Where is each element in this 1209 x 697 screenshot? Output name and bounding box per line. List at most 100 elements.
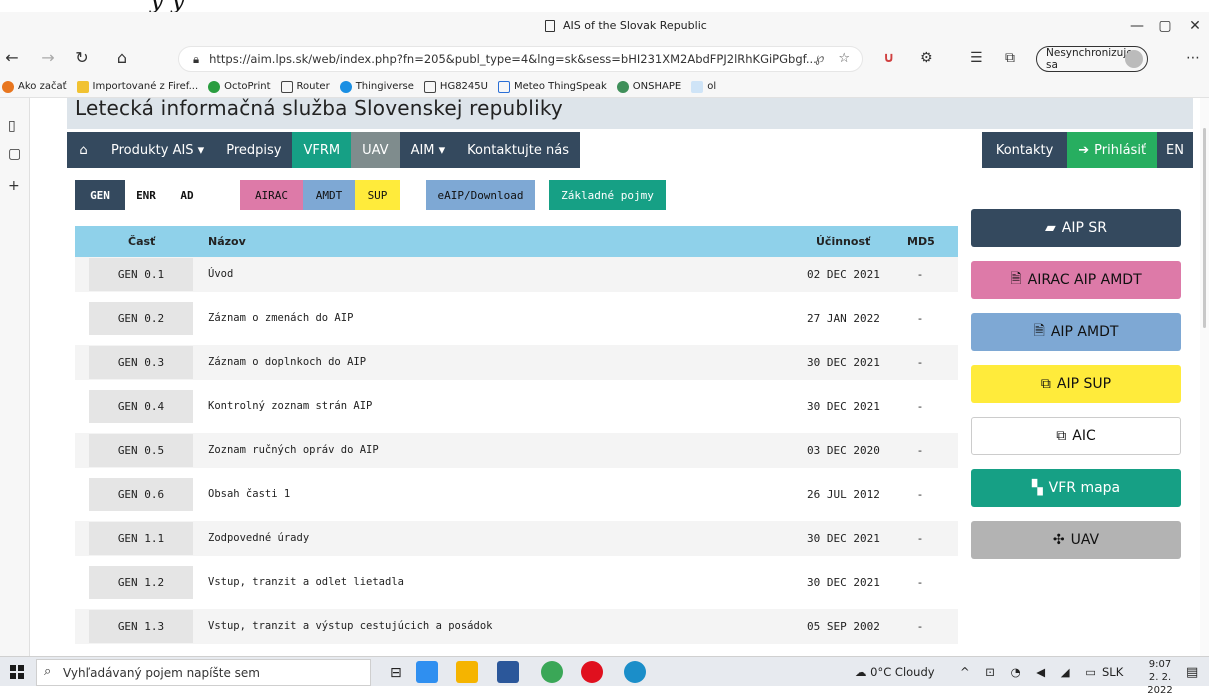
bookmark-item[interactable]: ol: [691, 80, 716, 93]
eaip-download-button[interactable]: eAIP/Download: [426, 180, 535, 210]
clock[interactable]: 9:07 2. 2. 2022: [1141, 658, 1179, 697]
bookmark-item[interactable]: Router: [280, 80, 330, 93]
nav-kontaktujte[interactable]: Kontaktujte nás: [456, 132, 580, 168]
bookmark-item[interactable]: OctoPrint: [208, 80, 271, 93]
row-name[interactable]: Úvod: [208, 268, 233, 280]
address-bar[interactable]: 🔒︎ https://aim.lps.sk/web/index.php?fn=2…: [178, 46, 863, 72]
chrome-icon[interactable]: [541, 661, 563, 683]
bookmark-item[interactable]: Thingiverse: [339, 80, 414, 93]
row-name[interactable]: Vstup, tranzit a výstup cestujúcich a po…: [208, 620, 492, 632]
word-icon[interactable]: [497, 661, 519, 683]
table-row[interactable]: GEN 1.2 Vstup, tranzit a odlet lietadla 30…: [75, 565, 958, 600]
weather-widget[interactable]: ☁ 0°C Cloudy: [855, 665, 935, 679]
restore-icon[interactable]: ▢: [1150, 18, 1180, 34]
row-code[interactable]: GEN 1.2: [89, 566, 193, 599]
row-code[interactable]: GEN 0.6: [89, 478, 193, 511]
app-icon[interactable]: [416, 661, 438, 683]
row-code[interactable]: GEN 0.3: [89, 346, 193, 379]
table-row[interactable]: GEN 1.3 Vstup, tranzit a výstup cestujúci…: [75, 609, 958, 644]
taskbar: ⌕ Vyhľadávaný pojem napíšte sem ⊟ ☁ 0°C …: [0, 656, 1209, 696]
sync-button[interactable]: Nesynchronizuje sa: [1036, 46, 1148, 72]
filter-amdt[interactable]: AMDT: [303, 180, 355, 210]
more-icon[interactable]: ⋯: [1186, 50, 1200, 66]
page-scrollbar[interactable]: [1200, 98, 1209, 656]
collections-icon[interactable]: ⧉: [1005, 50, 1015, 66]
back-icon[interactable]: ←: [1, 48, 23, 67]
tray-icons[interactable]: ^ ⊡ ◔ ◀ ◢ ▭: [960, 665, 1102, 679]
row-date: 26 JUL 2012: [807, 488, 880, 501]
bookmark-item[interactable]: Meteo ThingSpeak: [497, 80, 607, 93]
login-button[interactable]: ➔ Prihlásiť: [1067, 132, 1158, 168]
row-code[interactable]: GEN 0.2: [89, 302, 193, 335]
task-view-icon[interactable]: ⊟: [390, 665, 402, 681]
new-tab-icon[interactable]: +: [8, 178, 20, 194]
reload-icon[interactable]: ↻: [71, 48, 93, 67]
row-name[interactable]: Zoznam ručných opráv do AIP: [208, 444, 379, 456]
minimize-icon[interactable]: —: [1122, 18, 1152, 34]
row-name[interactable]: Záznam o doplnkoch do AIP: [208, 356, 366, 368]
nav-produkty[interactable]: Produkty AIS ▾: [100, 132, 215, 168]
table-row[interactable]: GEN 0.5 Zoznam ručných opráv do AIP 03 DEC…: [75, 433, 958, 468]
lang-switch[interactable]: EN: [1157, 132, 1193, 168]
favorites-list-icon[interactable]: ☰: [970, 50, 983, 66]
aip-amdt-button[interactable]: 🗎︎ AIP AMDT: [971, 313, 1181, 351]
table-row[interactable]: GEN 0.1 Úvod 02 DEC 2021 -: [75, 257, 958, 292]
nav-vfrm[interactable]: VFRM: [292, 132, 352, 168]
zakladne-pojmy-button[interactable]: Základné pojmy: [549, 180, 666, 210]
nav-kontakty[interactable]: Kontakty: [982, 132, 1067, 168]
bookmark-item[interactable]: Ako začať: [2, 80, 67, 93]
read-aloud-icon[interactable]: ℘: [815, 51, 824, 66]
nav-aim[interactable]: AIM ▾: [400, 132, 457, 168]
close-icon[interactable]: ✕: [1180, 18, 1209, 34]
language-indicator[interactable]: SLK: [1102, 665, 1123, 679]
filter-sup[interactable]: SUP: [355, 180, 400, 210]
file-explorer-icon[interactable]: [456, 661, 478, 683]
home-icon[interactable]: ⌂: [111, 48, 133, 67]
tab-ad[interactable]: AD: [167, 180, 207, 210]
row-code[interactable]: GEN 0.5: [89, 434, 193, 467]
notifications-icon[interactable]: ▤: [1186, 665, 1198, 680]
edge-icon[interactable]: [624, 661, 646, 683]
table-row[interactable]: GEN 0.2 Záznam o zmenách do AIP 27 JAN 202…: [75, 301, 958, 336]
aip-sup-button[interactable]: ⧉ AIP SUP: [971, 365, 1181, 403]
vfr-mapa-button[interactable]: ▚ VFR mapa: [971, 469, 1181, 507]
tab-actions-icon[interactable]: ▯: [8, 118, 16, 134]
home-nav-icon[interactable]: ⌂: [67, 132, 100, 168]
row-code[interactable]: GEN 0.1: [89, 258, 193, 291]
row-name[interactable]: Záznam o zmenách do AIP: [208, 312, 353, 324]
bookmark-item[interactable]: Importované z Firef...: [76, 80, 198, 93]
row-code[interactable]: GEN 0.4: [89, 390, 193, 423]
site-title: Letecká informačná služba Slovenskej rep…: [75, 98, 563, 120]
row-code[interactable]: GEN 1.3: [89, 610, 193, 643]
table-row[interactable]: GEN 0.4 Kontrolný zoznam strán AIP 30 DEC …: [75, 389, 958, 424]
airac-aip-amdt-button[interactable]: 🗎︎ AIRAC AIP AMDT: [971, 261, 1181, 299]
table-row[interactable]: GEN 0.6 Obsah časti 1 26 JUL 2012 -: [75, 477, 958, 512]
bookmark-item[interactable]: ONSHAPE: [616, 80, 681, 93]
row-name[interactable]: Kontrolný zoznam strán AIP: [208, 400, 372, 412]
pocket-icon[interactable]: ∪: [883, 50, 894, 66]
table-row[interactable]: GEN 0.3 Záznam o doplnkoch do AIP 30 DEC 2…: [75, 345, 958, 380]
taskbar-search[interactable]: ⌕ Vyhľadávaný pojem napíšte sem: [36, 659, 371, 686]
table-row[interactable]: GEN 1.1 Zodpovedné úrady 30 DEC 2021 -: [75, 521, 958, 556]
nav-predpisy[interactable]: Predpisy: [215, 132, 292, 168]
start-icon[interactable]: [10, 665, 24, 679]
favorite-icon[interactable]: ☆: [838, 51, 850, 66]
forward-icon[interactable]: →: [37, 48, 59, 67]
aip-sr-button[interactable]: ▰ AIP SR: [971, 209, 1181, 247]
row-name[interactable]: Vstup, tranzit a odlet lietadla: [208, 576, 404, 588]
tab-enr[interactable]: ENR: [125, 180, 167, 210]
filter-airac[interactable]: AIRAC: [240, 180, 303, 210]
url-text[interactable]: https://aim.lps.sk/web/index.php?fn=205&…: [209, 52, 817, 66]
row-date: 30 DEC 2021: [807, 576, 880, 589]
bookmark-item[interactable]: HG8245U: [423, 80, 488, 93]
nav-uav[interactable]: UAV: [351, 132, 400, 168]
tab-page-icon[interactable]: ▢: [8, 146, 21, 162]
extensions-icon[interactable]: ⚙: [920, 50, 933, 66]
row-code[interactable]: GEN 1.1: [89, 522, 193, 555]
row-name[interactable]: Obsah časti 1: [208, 488, 290, 500]
tab-gen[interactable]: GEN: [75, 180, 125, 210]
uav-button[interactable]: ✣ UAV: [971, 521, 1181, 559]
row-name[interactable]: Zodpovedné úrady: [208, 532, 309, 544]
aic-button[interactable]: ⧉ AIC: [971, 417, 1181, 455]
opera-icon[interactable]: [581, 661, 603, 683]
